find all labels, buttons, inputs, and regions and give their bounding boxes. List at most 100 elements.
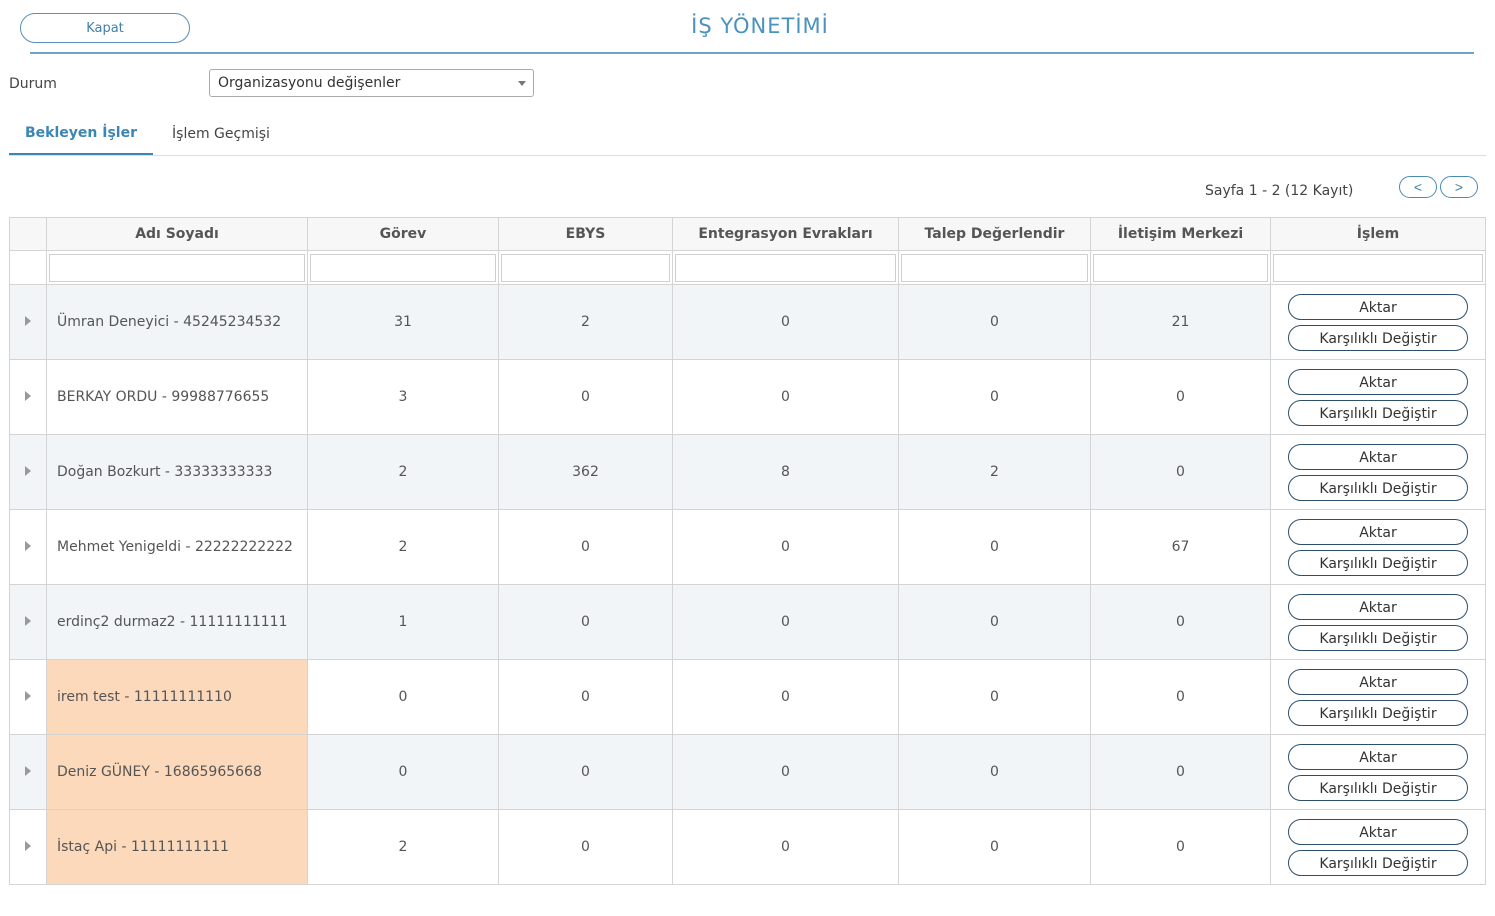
cell-integration: 8	[672, 434, 899, 510]
table-row: Mehmet Yenigeldi - 22222222222 2 0 0 0 67 Akta…	[9, 509, 1486, 585]
column-header-name[interactable]: Adı Soyadı	[46, 217, 308, 251]
cell-name: Ümran Deneyici - 45245234532	[46, 284, 308, 360]
cell-contact-center: 0	[1090, 809, 1271, 885]
expand-arrow-icon[interactable]	[25, 766, 31, 776]
filter-input-ebys[interactable]	[501, 253, 670, 282]
transfer-button[interactable]: Aktar	[1288, 443, 1468, 470]
filter-input-name[interactable]	[49, 253, 305, 282]
table-row: Ümran Deneyici - 45245234532 31 2 0 0 21 Aktar…	[9, 284, 1486, 360]
table-row: Doğan Bozkurt - 33333333333 2 362 8 2 0 Aktar K…	[9, 434, 1486, 510]
swap-button[interactable]: Karşılıklı Değiştir	[1288, 324, 1468, 351]
filter-cell-request	[898, 250, 1091, 285]
cell-contact-center: 0	[1090, 659, 1271, 735]
status-label: Durum	[9, 76, 57, 92]
pager-prev-button[interactable]: <	[1399, 176, 1437, 198]
expand-arrow-icon[interactable]	[25, 316, 31, 326]
filter-cell-ebys	[498, 250, 673, 285]
cell-name: irem test - 11111111110	[46, 659, 308, 735]
tab-pending-jobs[interactable]: Bekleyen İşler	[9, 112, 153, 155]
expand-arrow-icon[interactable]	[25, 391, 31, 401]
filter-input-integration[interactable]	[675, 253, 896, 282]
expand-arrow-icon[interactable]	[25, 466, 31, 476]
status-select[interactable]: Organizasyonu değişenler	[209, 69, 534, 97]
cell-contact-center: 67	[1090, 509, 1271, 585]
cell-ebys: 0	[498, 659, 673, 735]
swap-button[interactable]: Karşılıklı Değiştir	[1288, 699, 1468, 726]
expand-arrow-icon[interactable]	[25, 691, 31, 701]
cell-ebys: 362	[498, 434, 673, 510]
transfer-button[interactable]: Aktar	[1288, 368, 1468, 395]
cell-request: 0	[898, 809, 1091, 885]
cell-integration: 0	[672, 659, 899, 735]
cell-task: 2	[307, 434, 499, 510]
expand-cell	[9, 734, 47, 810]
expand-arrow-icon[interactable]	[25, 616, 31, 626]
transfer-button[interactable]: Aktar	[1288, 518, 1468, 545]
cell-contact-center: 0	[1090, 734, 1271, 810]
filter-input-task[interactable]	[310, 253, 496, 282]
cell-name: Doğan Bozkurt - 33333333333	[46, 434, 308, 510]
column-header-contact-center[interactable]: İletişim Merkezi	[1090, 217, 1271, 251]
cell-action: Aktar Karşılıklı Değiştir	[1270, 434, 1486, 510]
cell-task: 3	[307, 359, 499, 435]
column-header-task[interactable]: Görev	[307, 217, 499, 251]
cell-integration: 0	[672, 284, 899, 360]
expand-cell	[9, 284, 47, 360]
column-header-integration[interactable]: Entegrasyon Evrakları	[672, 217, 899, 251]
cell-ebys: 0	[498, 809, 673, 885]
swap-button[interactable]: Karşılıklı Değiştir	[1288, 624, 1468, 651]
cell-integration: 0	[672, 359, 899, 435]
cell-ebys: 0	[498, 584, 673, 660]
pager-next-button[interactable]: >	[1440, 176, 1478, 198]
swap-button[interactable]: Karşılıklı Değiştir	[1288, 549, 1468, 576]
filter-cell-integration	[672, 250, 899, 285]
cell-name: BERKAY ORDU - 99988776655	[46, 359, 308, 435]
transfer-button[interactable]: Aktar	[1288, 743, 1468, 770]
swap-button[interactable]: Karşılıklı Değiştir	[1288, 399, 1468, 426]
cell-task: 1	[307, 584, 499, 660]
filter-cell-task	[307, 250, 499, 285]
cell-contact-center: 0	[1090, 359, 1271, 435]
cell-request: 0	[898, 584, 1091, 660]
chevron-down-icon	[518, 81, 526, 86]
page-title: İŞ YÖNETİMİ	[691, 14, 829, 38]
cell-contact-center: 21	[1090, 284, 1271, 360]
filter-cell-name	[46, 250, 308, 285]
cell-ebys: 2	[498, 284, 673, 360]
filter-input-action[interactable]	[1273, 253, 1483, 282]
swap-button[interactable]: Karşılıklı Değiştir	[1288, 774, 1468, 801]
column-header-request[interactable]: Talep Değerlendir	[898, 217, 1091, 251]
expand-arrow-icon[interactable]	[25, 541, 31, 551]
header-expand	[9, 217, 47, 251]
expand-cell	[9, 509, 47, 585]
filter-cell-contact-center	[1090, 250, 1271, 285]
expand-arrow-icon[interactable]	[25, 841, 31, 851]
table-row: İstaç Api - 11111111111 2 0 0 0 0 Aktar Karşılı…	[9, 809, 1486, 885]
cell-ebys: 0	[498, 734, 673, 810]
status-select-value: Organizasyonu değişenler	[218, 75, 401, 91]
cell-integration: 0	[672, 509, 899, 585]
filter-input-contact-center[interactable]	[1093, 253, 1268, 282]
expand-cell	[9, 359, 47, 435]
table-row: irem test - 11111111110 0 0 0 0 0 Aktar Karşılı…	[9, 659, 1486, 735]
tab-job-history[interactable]: İşlem Geçmişi	[161, 112, 281, 155]
cell-integration: 0	[672, 809, 899, 885]
cell-request: 0	[898, 659, 1091, 735]
filter-expand	[9, 250, 47, 285]
cell-contact-center: 0	[1090, 584, 1271, 660]
transfer-button[interactable]: Aktar	[1288, 668, 1468, 695]
tab-bar: Bekleyen İşler İşlem Geçmişi	[9, 112, 1486, 156]
title-divider	[30, 52, 1474, 54]
transfer-button[interactable]: Aktar	[1288, 593, 1468, 620]
swap-button[interactable]: Karşılıklı Değiştir	[1288, 849, 1468, 876]
column-header-ebys[interactable]: EBYS	[498, 217, 673, 251]
cell-task: 0	[307, 734, 499, 810]
cell-action: Aktar Karşılıklı Değiştir	[1270, 809, 1486, 885]
transfer-button[interactable]: Aktar	[1288, 293, 1468, 320]
column-header-action: İşlem	[1270, 217, 1486, 251]
swap-button[interactable]: Karşılıklı Değiştir	[1288, 474, 1468, 501]
transfer-button[interactable]: Aktar	[1288, 818, 1468, 845]
cell-name: Mehmet Yenigeldi - 22222222222	[46, 509, 308, 585]
filter-input-request[interactable]	[901, 253, 1088, 282]
cell-action: Aktar Karşılıklı Değiştir	[1270, 359, 1486, 435]
